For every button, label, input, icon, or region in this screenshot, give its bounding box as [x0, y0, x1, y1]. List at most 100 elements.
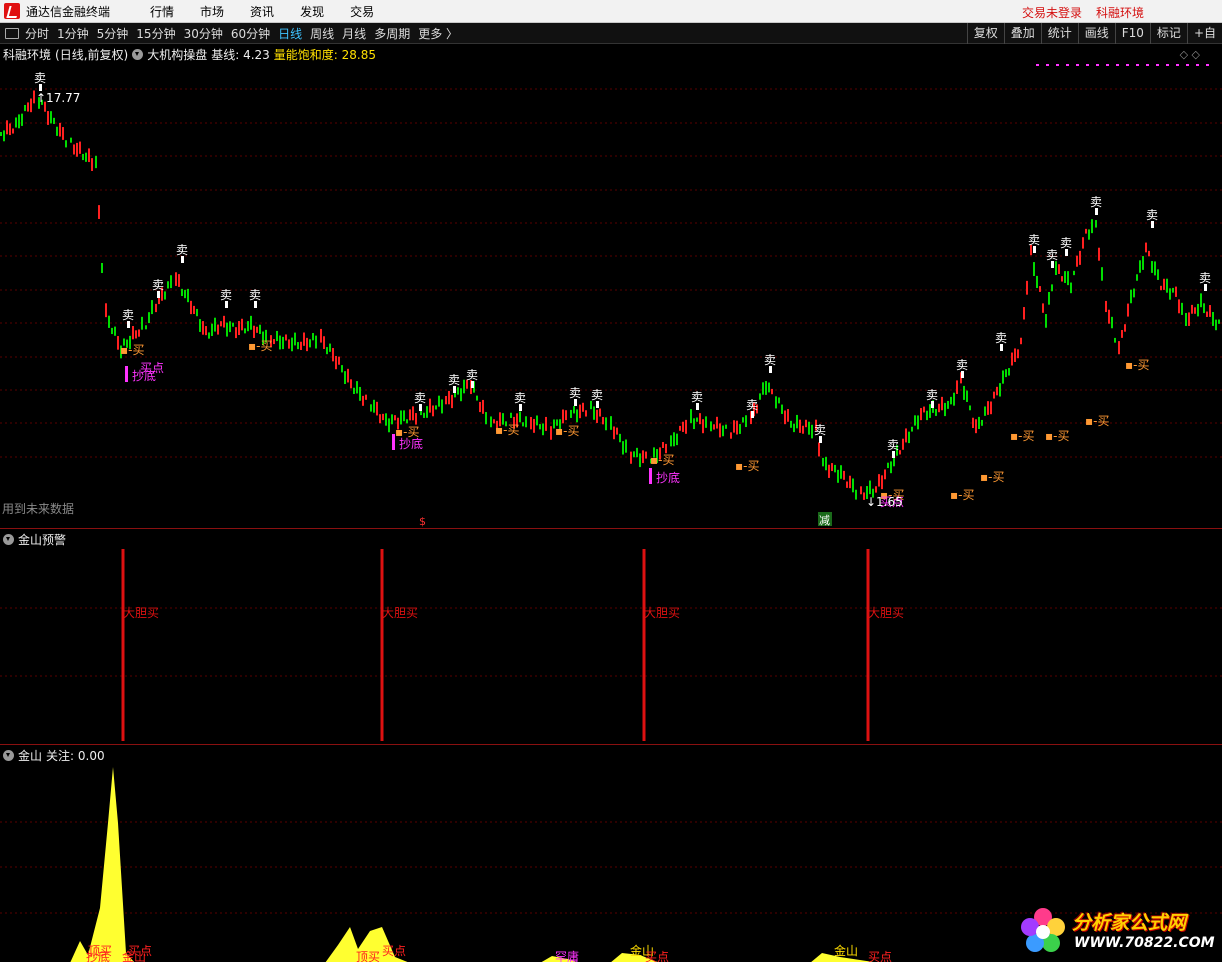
candlestick — [565, 410, 567, 421]
alert-chart[interactable]: 大胆买 大胆买 大胆买 大胆买 — [0, 529, 1222, 745]
menu-item-market[interactable]: 市场 — [200, 3, 224, 20]
candlestick — [878, 474, 880, 487]
candlestick — [359, 386, 361, 401]
candlestick — [62, 127, 64, 140]
candlestick — [276, 330, 278, 342]
overlay-button[interactable]: 叠加 — [1003, 23, 1041, 44]
candlestick — [613, 426, 615, 440]
candlestick — [902, 438, 904, 450]
alert-signal-bar — [642, 549, 646, 741]
jinshan-signal-label: 金山 — [834, 943, 858, 958]
period-tab-active[interactable]: 日线 — [278, 25, 302, 42]
candlestick — [1157, 269, 1159, 280]
candlestick — [917, 415, 919, 430]
custom-add-button[interactable]: +自 — [1186, 23, 1222, 44]
jinshan-signal-label: 买点 — [645, 950, 669, 962]
period-tab[interactable]: 30分钟 — [184, 25, 223, 42]
alert-signal-bar — [380, 549, 384, 741]
candlestick — [24, 104, 26, 112]
menu-item-discover[interactable]: 发现 — [300, 3, 324, 20]
menu-item-quotes[interactable]: 行情 — [150, 3, 174, 20]
candlestick — [1215, 319, 1217, 331]
candlestick — [573, 406, 575, 414]
candlestick — [365, 394, 367, 400]
candlestick — [596, 409, 598, 423]
period-tab[interactable]: 月线 — [342, 25, 366, 42]
draw-line-button[interactable]: 画线 — [1077, 23, 1115, 44]
top-dot-marker — [1086, 64, 1089, 66]
candlestick — [1154, 261, 1156, 276]
period-more-button[interactable]: 更多 〉 — [418, 25, 458, 42]
candlestick — [742, 417, 744, 423]
candlestick — [79, 141, 81, 154]
alert-toggle-icon[interactable] — [3, 534, 14, 545]
candlestick — [415, 413, 417, 425]
login-status-link[interactable]: 交易未登录 — [1022, 4, 1082, 21]
candlestick — [27, 102, 29, 112]
period-tab[interactable]: 15分钟 — [136, 25, 175, 42]
period-tab[interactable]: 分时 — [25, 25, 49, 42]
candlestick — [966, 390, 968, 402]
candlestick — [338, 356, 340, 365]
diamond-icon[interactable]: ◇ ◇ — [1180, 48, 1200, 61]
candlestick — [323, 336, 325, 350]
statistics-button[interactable]: 统计 — [1040, 23, 1078, 44]
indicator-name[interactable]: 大机构操盘 — [147, 46, 207, 63]
candlestick — [953, 392, 955, 406]
candlestick — [890, 461, 892, 474]
candlestick — [1175, 286, 1177, 297]
candlestick — [187, 288, 189, 303]
f10-button[interactable]: F10 — [1114, 23, 1150, 44]
period-tab[interactable]: 1分钟 — [57, 25, 89, 42]
period-tab[interactable]: 60分钟 — [231, 25, 270, 42]
kline-panel[interactable]: 卖卖卖卖卖卖卖卖卖卖卖卖卖卖卖卖卖卖卖卖卖卖卖卖卖卖 ▪-买 ▪-买 ▪-买 ▪-买 ▪-… — [0, 44, 1222, 528]
indicator-toggle-icon[interactable] — [132, 49, 144, 60]
period-tab[interactable]: 多周期 — [374, 25, 410, 42]
candlestick — [1079, 250, 1081, 265]
candlestick — [1095, 220, 1097, 228]
candlestick — [285, 334, 287, 341]
menu-item-news[interactable]: 资讯 — [250, 3, 274, 20]
sell-signal-label: 卖 — [514, 391, 526, 405]
candlestick — [21, 113, 23, 126]
top-dot-marker — [1166, 64, 1169, 66]
candlestick — [616, 427, 618, 435]
kline-chart[interactable]: 卖卖卖卖卖 卖卖卖 卖卖卖卖卖卖卖卖卖卖卖卖卖卖卖卖卖卖▪-买 ▪-买▪-买 ▪-买 ▪-… — [0, 44, 1222, 528]
watermark-logo: 分析家公式网 WWW.70822.COM — [1016, 904, 1216, 958]
jinshan-panel-title[interactable]: 金山 — [18, 747, 42, 764]
menu-item-trade[interactable]: 交易 — [350, 3, 374, 20]
layout-icon[interactable] — [5, 27, 19, 39]
candlestick — [220, 321, 222, 327]
top-dot-marker — [1126, 64, 1129, 66]
mark-button[interactable]: 标记 — [1149, 23, 1187, 44]
sell-signal-label: 卖 — [1028, 233, 1040, 247]
period-tab[interactable]: 5分钟 — [97, 25, 129, 42]
candlestick — [1076, 255, 1078, 267]
candlestick — [181, 288, 183, 297]
alert-panel[interactable]: 大胆买 大胆买 大胆买 大胆买 金山预警 — [0, 528, 1222, 744]
candlestick — [1082, 237, 1084, 249]
candlestick — [685, 419, 687, 434]
candlestick — [802, 425, 804, 434]
candlestick — [642, 450, 644, 464]
sell-signal-flag — [39, 84, 42, 91]
top-dot-marker — [1106, 64, 1109, 66]
top-dot-marker — [1056, 64, 1059, 66]
alert-panel-title[interactable]: 金山预警 — [18, 531, 66, 548]
candlestick — [775, 396, 777, 409]
rights-adjust-button[interactable]: 复权 — [966, 23, 1004, 44]
candlestick — [435, 405, 437, 410]
top-dot-marker — [1206, 64, 1209, 66]
instrument-name: 科融环境 — [1095, 6, 1144, 20]
candlestick — [15, 117, 17, 128]
candlestick — [59, 122, 61, 137]
candlestick — [947, 400, 949, 409]
candlestick — [963, 385, 965, 400]
candlestick — [1166, 278, 1168, 293]
period-tab[interactable]: 周线 — [310, 25, 334, 42]
bottom-signal-marker — [649, 468, 652, 484]
candlestick — [30, 98, 32, 113]
jinshan-toggle-icon[interactable] — [3, 750, 14, 761]
candlestick — [303, 332, 305, 346]
candlestick — [1181, 302, 1183, 315]
